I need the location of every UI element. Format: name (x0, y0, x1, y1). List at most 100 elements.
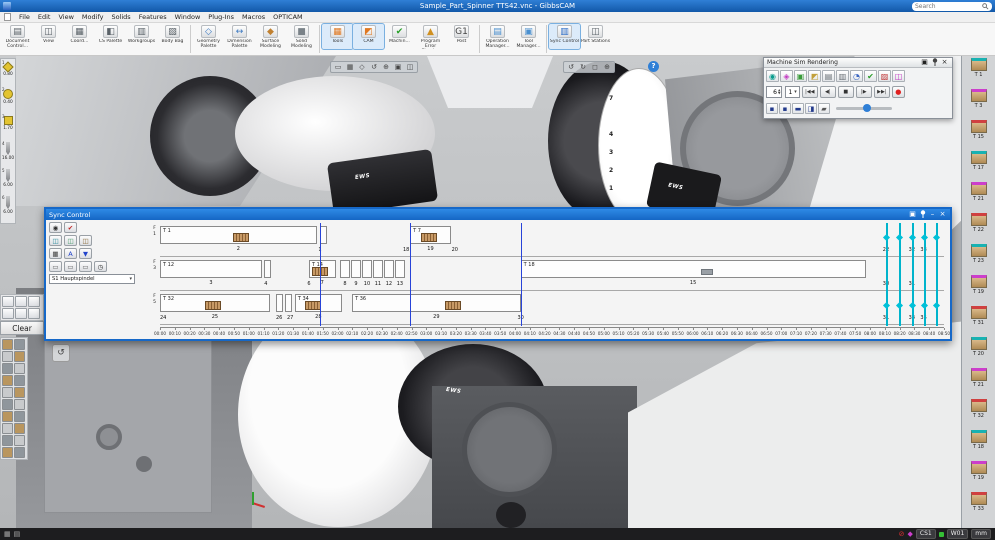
status-chip-w01[interactable]: W01 (947, 529, 969, 539)
viewport-tool-icon[interactable]: ▭ (333, 63, 343, 71)
op-block-empty[interactable] (373, 260, 382, 278)
tool-list-item-t-15-2[interactable]: T 15 (962, 120, 995, 151)
minimize-icon[interactable]: – (928, 210, 937, 219)
record-button[interactable]: ● (892, 86, 905, 98)
tool-icon[interactable] (14, 339, 25, 350)
op-block-t-36[interactable]: T 3629 (352, 294, 521, 312)
palette-icon[interactable] (28, 296, 40, 307)
menu-window[interactable]: Window (171, 13, 205, 21)
stage-icon-1[interactable]: ▭ (49, 261, 62, 272)
sim-tool-icon-7[interactable]: ✔ (864, 70, 877, 82)
tool-list-item-t-31-8[interactable]: T 31 (962, 306, 995, 337)
transport-button-3[interactable]: |▶ (856, 86, 872, 98)
clock-icon[interactable]: ◷ (94, 261, 107, 272)
toolbar-button-sync-control[interactable]: ▥Sync Control (549, 24, 580, 49)
sort-direction-icon[interactable]: ▼ (79, 248, 92, 259)
sim-tool-icon-0[interactable]: ◉ (766, 70, 779, 82)
menu-edit[interactable]: Edit (34, 13, 55, 21)
help-icon[interactable]: ? (648, 61, 659, 72)
tool-list-item-t-22-5[interactable]: T 22 (962, 213, 995, 244)
layers-icon[interactable]: ▤ (14, 530, 21, 538)
close-icon[interactable]: × (938, 210, 947, 219)
sim-tool-icon-5[interactable]: ▥ (836, 70, 849, 82)
palette-icon-1[interactable]: ◫ (49, 235, 62, 246)
op-block-empty[interactable] (276, 294, 283, 312)
op-block-empty[interactable] (351, 260, 360, 278)
tool-list-item-t-3-1[interactable]: T 3 (962, 89, 995, 120)
toolbar-button-tool-manager[interactable]: ▣Tool Manager... (513, 24, 544, 49)
transport-button-0[interactable]: |◀◀ (802, 86, 818, 98)
menu-macros[interactable]: Macros (238, 13, 269, 21)
search-box[interactable] (912, 2, 992, 11)
op-block-t-18[interactable]: T 1815 (521, 260, 866, 278)
viewport-tool-icon[interactable]: ▣ (393, 63, 403, 71)
sort-a-icon[interactable]: A (64, 248, 77, 259)
tool-slot-2[interactable]: 20.40 (1, 87, 15, 114)
toolbar-button-document-control[interactable]: ▤Document Control... (2, 24, 33, 49)
viewport-tool-icon[interactable]: ◫ (405, 63, 415, 71)
tool-slot-4[interactable]: 416.00 (1, 141, 15, 168)
status-chip-cs1[interactable]: CS1 (916, 529, 936, 539)
transport-button-4[interactable]: ▶▶| (874, 86, 890, 98)
palette-icon-3[interactable]: ◫ (79, 235, 92, 246)
search-input[interactable] (915, 3, 980, 10)
clear-button[interactable]: Clear (0, 321, 44, 335)
toolbar-button-part-stations[interactable]: ◫Part Stations (580, 24, 611, 49)
op-block-empty[interactable] (395, 260, 404, 278)
tool-list-item-t-17-3[interactable]: T 17 (962, 151, 995, 182)
stop-icon[interactable]: ⊘ (899, 530, 905, 538)
tool-list-item-t-19-7[interactable]: T 19 (962, 275, 995, 306)
transport-button-2[interactable]: ■ (838, 86, 854, 98)
render-speed-slider[interactable] (836, 107, 892, 110)
tool-indicator-icon[interactable]: ◆ (908, 530, 913, 538)
cascade-icon[interactable]: ▣ (908, 210, 917, 219)
tool-list-item-t-23-6[interactable]: T 23 (962, 244, 995, 275)
eye-icon[interactable]: ◉ (49, 222, 62, 233)
tool-list-item-t-20-9[interactable]: T 20 (962, 337, 995, 368)
palette-icon[interactable] (2, 308, 14, 319)
toolbar-button-post[interactable]: G1Post (446, 24, 477, 49)
palette-icon[interactable] (28, 308, 40, 319)
sim-tool-icon-2[interactable]: ▣ (794, 70, 807, 82)
sim-render-icon-0[interactable]: ▪ (766, 103, 778, 114)
grid-icon[interactable]: ▦ (4, 530, 11, 538)
viewport-tool-icon[interactable]: ↺ (369, 63, 379, 71)
toolbar-button-tools[interactable]: ▦Tools (322, 24, 353, 49)
tool-list-item-t-21-4[interactable]: T 21 (962, 182, 995, 213)
tool-icon[interactable] (14, 387, 25, 398)
op-block-empty[interactable] (384, 260, 393, 278)
toolbar-button-cs-palette[interactable]: ◧CS Palette (95, 24, 126, 49)
viewport-tool-icon[interactable]: ⊕ (602, 63, 612, 71)
sim-render-icon-4[interactable]: ▰ (818, 103, 830, 114)
op-block-t-32[interactable]: T 3225 (160, 294, 270, 312)
sim-tool-icon-9[interactable]: ◫ (892, 70, 905, 82)
tool-list-item-t-18-12[interactable]: T 18 (962, 430, 995, 461)
tool-icon[interactable] (2, 351, 13, 362)
tool-icon[interactable] (14, 399, 25, 410)
viewport-tool-icon[interactable]: ◻ (590, 63, 600, 71)
sync-control-titlebar[interactable]: Sync Control ▣ – × (46, 209, 950, 220)
menu-solids[interactable]: Solids (107, 13, 134, 21)
toolbar-button-geometry-palette[interactable]: ◇Geometry Palette (193, 24, 224, 49)
speed-select[interactable]: 1▾ (785, 86, 799, 98)
tool-icon[interactable] (2, 387, 13, 398)
tool-icon[interactable] (2, 375, 13, 386)
sim-tool-icon-3[interactable]: ◩ (808, 70, 821, 82)
tool-icon[interactable] (2, 339, 13, 350)
palette-icon[interactable] (2, 296, 14, 307)
menu-plug-ins[interactable]: Plug-Ins (204, 13, 238, 21)
sim-tool-icon-8[interactable]: ▨ (878, 70, 891, 82)
sim-render-icon-2[interactable]: ▬ (792, 103, 804, 114)
pin-icon[interactable] (918, 210, 927, 219)
frame-spinner[interactable]: 6▲▼ (766, 86, 782, 98)
menu-opticam[interactable]: OPTICAM (269, 13, 307, 21)
tool-list-item-t-1-0[interactable]: T 1 (962, 58, 995, 89)
undo-icon[interactable]: ↺ (52, 344, 70, 362)
sim-render-icon-1[interactable]: ▪ (779, 103, 791, 114)
op-block-t-7[interactable]: T 719 (410, 226, 451, 244)
verify-icon[interactable]: ✔ (64, 222, 77, 233)
sim-render-icon-3[interactable]: ◨ (805, 103, 817, 114)
op-block-t-14[interactable]: T 147 (309, 260, 336, 278)
tool-list-item-t-32-11[interactable]: T 32 (962, 399, 995, 430)
sim-tool-icon-1[interactable]: ◈ (780, 70, 793, 82)
